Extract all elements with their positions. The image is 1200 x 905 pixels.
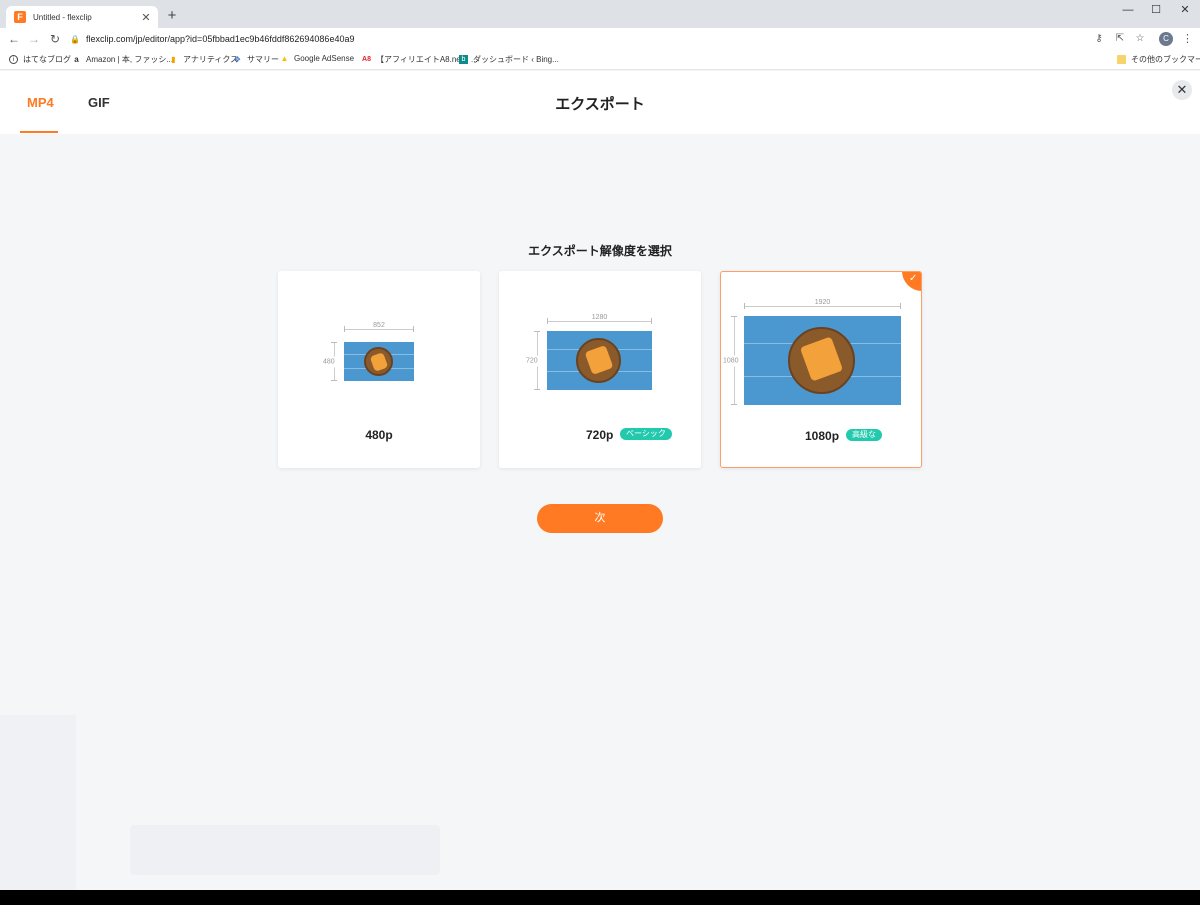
minimize-icon[interactable]: — xyxy=(1113,2,1143,18)
bookmark-label: はてなブログ xyxy=(23,55,71,64)
bookmark-item[interactable]: i はてなブログ xyxy=(9,54,71,65)
page-title: エクスポート xyxy=(555,96,645,113)
summary-icon: ❖ xyxy=(233,55,242,64)
selected-check-icon: ✓ xyxy=(902,272,921,291)
background-panel xyxy=(130,825,440,875)
folder-icon xyxy=(1117,55,1126,64)
menu-dots-icon[interactable]: ⋮ xyxy=(1182,31,1193,47)
active-tab-indicator xyxy=(20,131,58,133)
resolution-option-1080p[interactable]: ✓ 1920 1080 1080p 高級な xyxy=(720,271,922,468)
preview-thumbnail xyxy=(344,342,414,381)
window-close-icon[interactable]: ✕ xyxy=(1170,2,1200,18)
bing-icon: b xyxy=(459,55,468,64)
reload-icon[interactable]: ↻ xyxy=(48,31,62,47)
other-bookmarks-label: その他のブックマーク xyxy=(1131,55,1200,64)
tab-strip: F Untitled - flexclip ✕ + — ☐ ✕ xyxy=(0,0,1200,28)
width-label: 1280 xyxy=(587,314,612,321)
maximize-icon[interactable]: ☐ xyxy=(1141,2,1171,18)
background-panel xyxy=(0,715,76,890)
close-icon[interactable]: ✕ xyxy=(1172,80,1192,100)
resolution-option-720p[interactable]: 1280 720 720p ベーシック xyxy=(499,271,701,468)
bookmark-item[interactable]: ▲ Google AdSense xyxy=(280,54,355,63)
tab-close-icon[interactable]: ✕ xyxy=(140,11,152,24)
export-header: MP4 GIF エクスポート ✕ xyxy=(0,71,1200,134)
bookmark-item[interactable]: ❖ サマリー xyxy=(233,54,279,65)
a8-icon: A8 xyxy=(362,56,371,63)
browser-tab[interactable]: F Untitled - flexclip ✕ xyxy=(6,6,158,28)
globe-icon: i xyxy=(9,55,18,64)
height-label: 480 xyxy=(323,356,335,367)
plan-badge: 高級な xyxy=(846,429,882,441)
browser-window: F Untitled - flexclip ✕ + — ☐ ✕ ← → ↻ 🔒 … xyxy=(0,0,1200,890)
section-title: エクスポート解像度を選択 xyxy=(528,244,672,258)
adsense-icon: ▲ xyxy=(280,54,289,63)
height-dimension: 480 xyxy=(323,342,337,381)
new-tab-button[interactable]: + xyxy=(164,7,180,25)
amazon-icon: a xyxy=(74,55,79,64)
width-label: 852 xyxy=(369,322,389,329)
bookmark-item[interactable]: ▮ アナリティクス xyxy=(169,54,238,65)
bookmarks-bar: i はてなブログ a Amazon | 本, ファッシ... ▮ アナリティクス… xyxy=(0,50,1200,70)
address-bar[interactable]: 🔒 flexclip.com/jp/editor/app?id=05fbbad1… xyxy=(70,30,1110,48)
tab-title: Untitled - flexclip xyxy=(33,12,92,22)
back-icon[interactable]: ← xyxy=(7,31,21,47)
lock-icon: 🔒 xyxy=(70,35,80,44)
bookmark-item[interactable]: a Amazon | 本, ファッシ... xyxy=(72,54,173,65)
preview-thumbnail xyxy=(744,316,901,405)
height-label: 1080 xyxy=(723,355,739,366)
width-dimension: 852 xyxy=(344,322,414,332)
width-dimension: 1920 xyxy=(744,299,901,309)
height-dimension: 720 xyxy=(526,331,540,390)
analytics-icon: ▮ xyxy=(171,55,176,64)
flexclip-favicon-icon: F xyxy=(14,11,26,23)
bookmark-label: サマリー xyxy=(247,55,279,64)
other-bookmarks[interactable]: その他のブックマーク xyxy=(1117,54,1200,65)
resolution-label: 1080p xyxy=(805,429,840,443)
browser-toolbar: ← → ↻ 🔒 flexclip.com/jp/editor/app?id=05… xyxy=(0,28,1200,50)
star-icon[interactable]: ☆ xyxy=(1133,32,1147,46)
resolution-label: 720p xyxy=(586,428,614,442)
width-dimension: 1280 xyxy=(547,314,652,324)
url-text: flexclip.com/jp/editor/app?id=05fbbad1ec… xyxy=(86,34,355,44)
profile-avatar[interactable]: C xyxy=(1159,32,1173,46)
height-label: 720 xyxy=(526,355,538,366)
bookmark-label: Google AdSense xyxy=(294,54,355,63)
bookmark-label: アナリティクス xyxy=(183,55,239,64)
resolution-option-480p[interactable]: 852 480 480p xyxy=(278,271,480,468)
plan-badge: ベーシック xyxy=(620,428,672,440)
resolution-label: 480p xyxy=(365,428,393,442)
width-label: 1920 xyxy=(810,299,835,306)
forward-icon[interactable]: → xyxy=(27,31,41,47)
bookmark-label: Amazon | 本, ファッシ... xyxy=(86,55,173,64)
share-icon[interactable]: ⇱ xyxy=(1113,32,1127,46)
next-button[interactable]: 次 xyxy=(537,504,663,533)
bookmark-item[interactable]: b ダッシュボード ‹ Bing... xyxy=(459,54,559,65)
bookmark-label: ダッシュボード ‹ Bing... xyxy=(473,55,559,64)
height-dimension: 1080 xyxy=(723,316,739,405)
key-icon[interactable]: ⚷ xyxy=(1092,32,1106,46)
preview-thumbnail xyxy=(547,331,652,390)
